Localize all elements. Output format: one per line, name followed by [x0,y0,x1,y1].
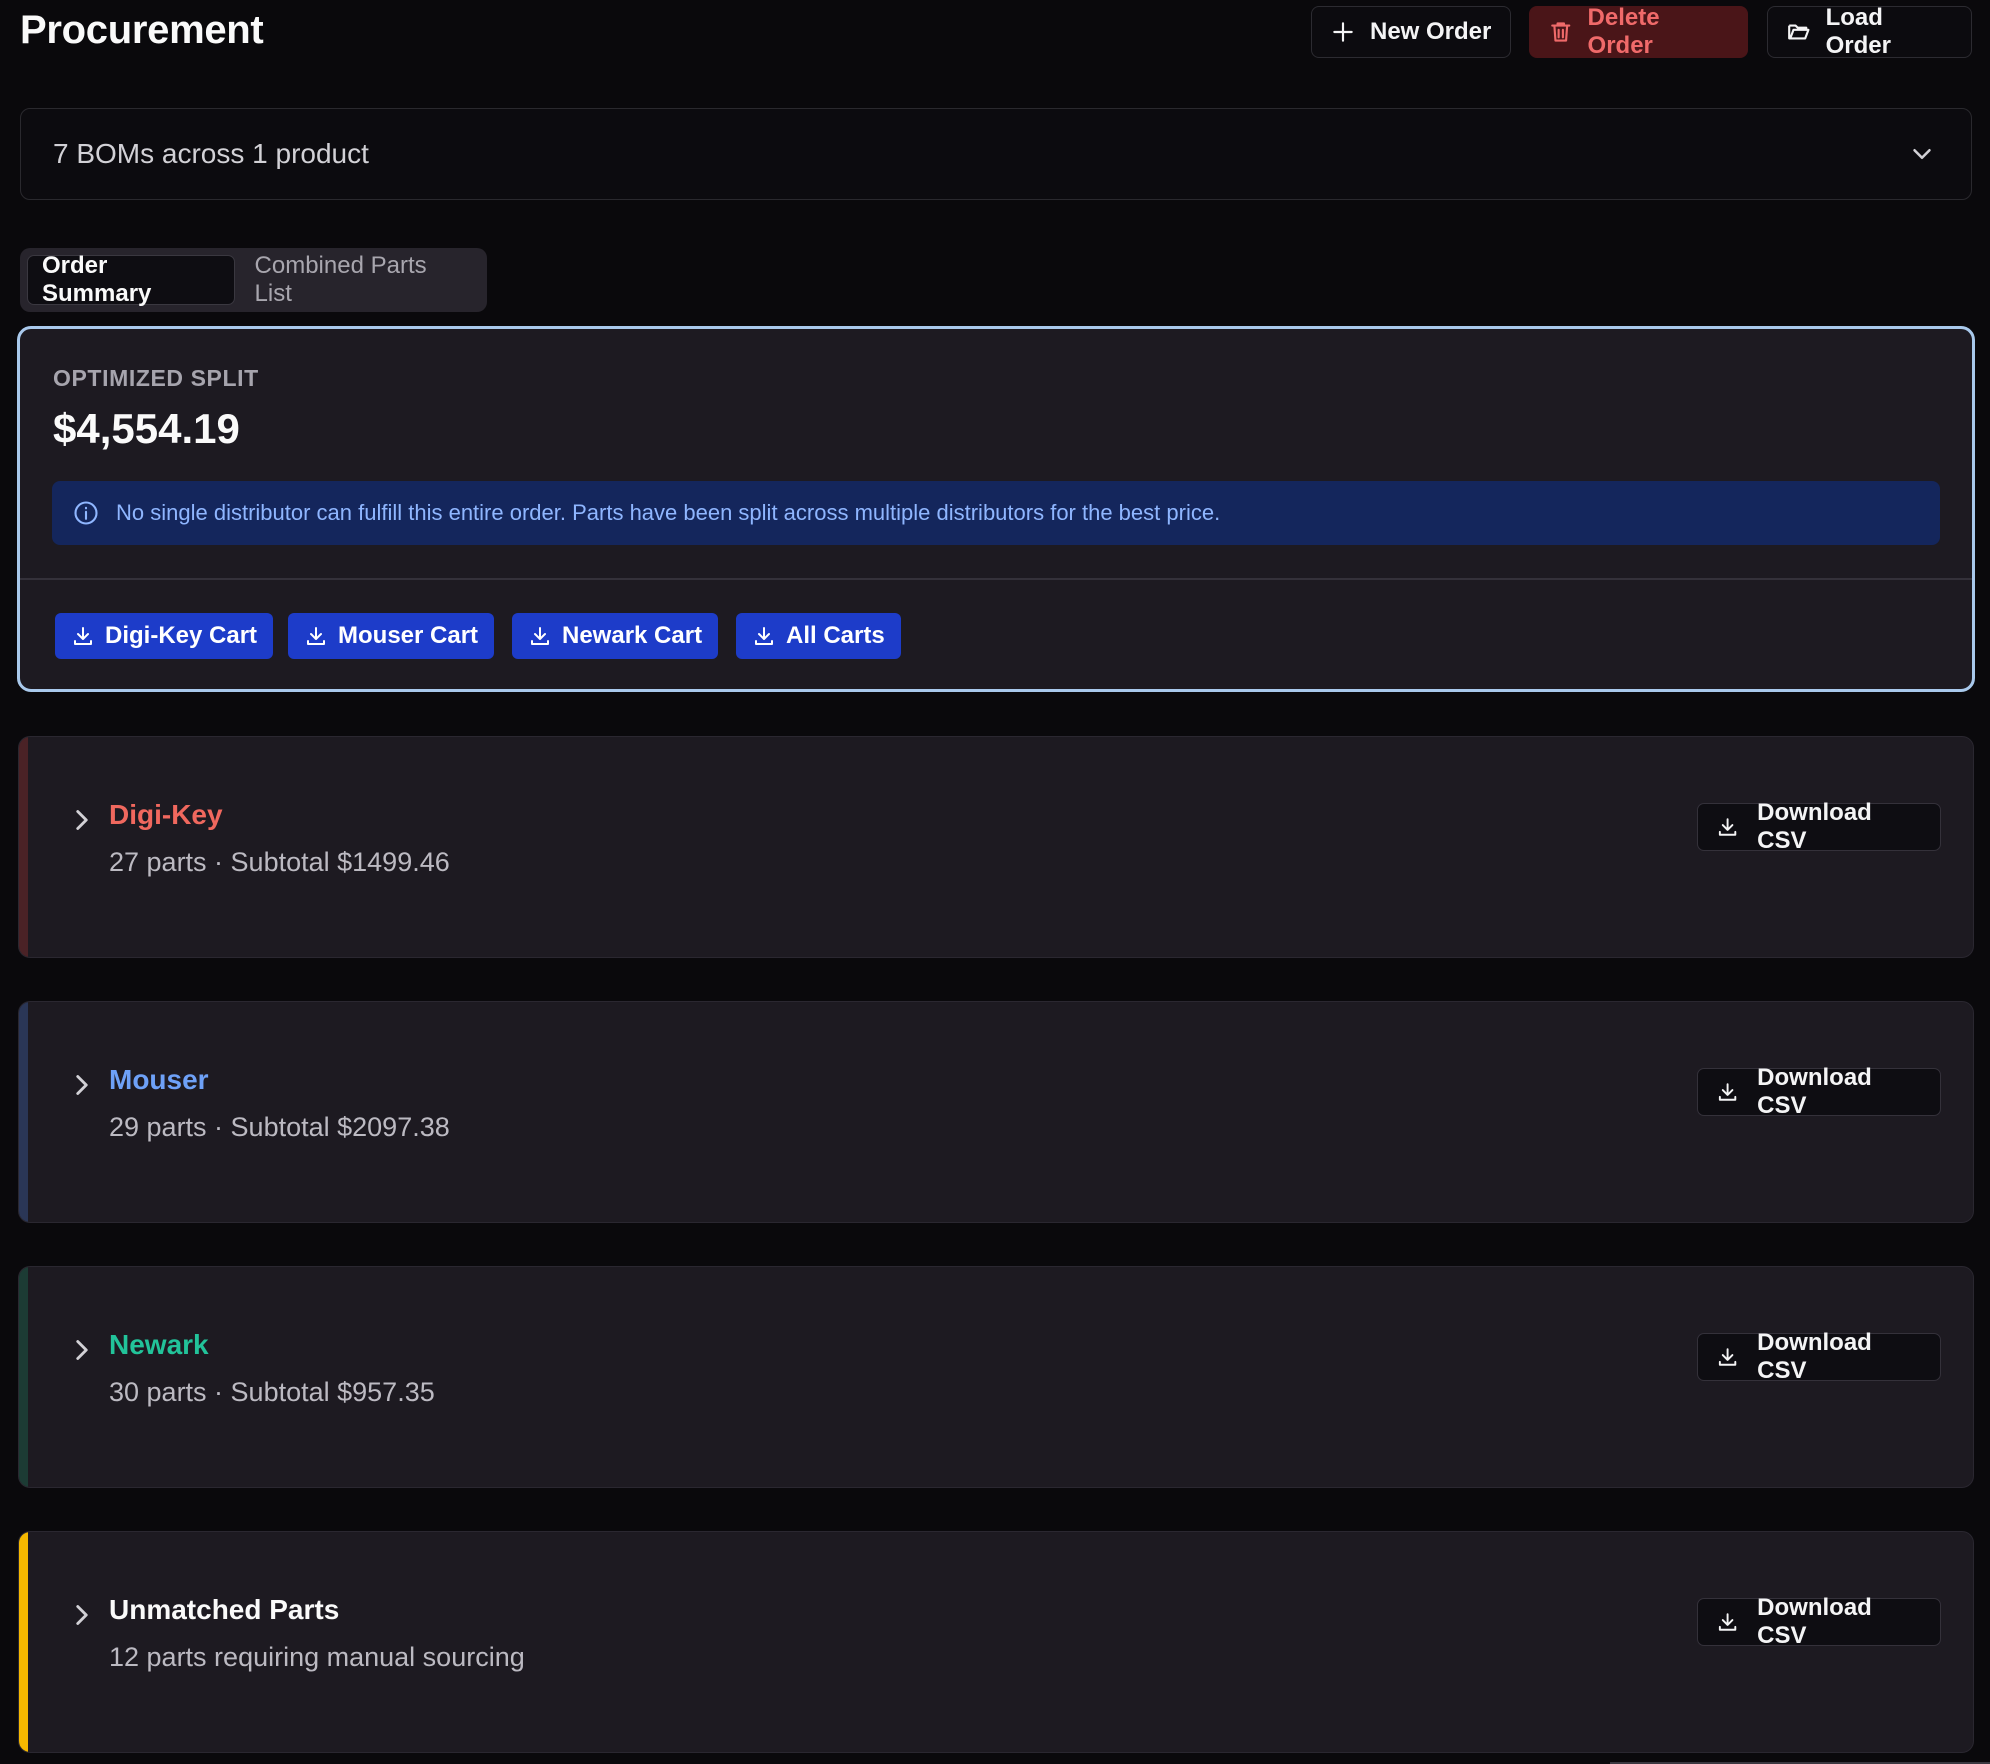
chevron-down-icon [1913,149,1931,159]
load-order-button[interactable]: Load Order [1767,4,1972,59]
tab-order-summary[interactable]: Order Summary [27,252,235,307]
all-carts-button[interactable]: All Carts [736,613,901,659]
download-icon [755,627,773,645]
distributor-card-mouser[interactable]: Mouser 29 parts · Subtotal $2097.38 Down… [18,1001,1974,1223]
distributor-name: Newark [109,1329,209,1360]
all-carts-label: All Carts [786,622,885,649]
new-order-label: New Order [1370,18,1492,45]
tab-combined-parts-list[interactable]: Combined Parts List [241,252,480,307]
distributor-summary: 27 parts · Subtotal $1499.46 [109,847,450,877]
distributor-stripe [19,1002,28,1222]
trash-icon [1551,22,1571,42]
procurement-page: Procurement New Order Delete Order Load … [0,0,1990,1764]
download-icon [74,627,92,645]
load-order-label: Load Order [1825,4,1891,59]
digikey-cart-button[interactable]: Digi-Key Cart [55,613,274,659]
distributor-stripe [19,737,28,957]
chevron-right-icon[interactable] [65,803,99,837]
info-icon [74,501,98,525]
distributor-summary: 29 parts · Subtotal $2097.38 [109,1112,450,1142]
split-notice-text: No single distributor can fulfill this e… [116,500,1221,525]
optimized-split-card: OPTIMIZED SPLIT $4,554.19 No single dist… [17,326,1975,692]
mouser-cart-label: Mouser Cart [338,622,479,649]
download-csv-button[interactable]: Download CSV [1697,1064,1941,1119]
digikey-cart-label: Digi-Key Cart [105,622,258,649]
chevron-right-icon[interactable] [65,1333,99,1367]
delete-order-button[interactable]: Delete Order [1529,4,1748,59]
download-csv-label: Download CSV [1757,799,1872,854]
delete-order-label: Delete Order [1587,4,1660,59]
distributor-name: Mouser [109,1064,209,1095]
download-icon [1718,1083,1737,1101]
distributor-name: Digi-Key [109,799,223,830]
bom-selector-value: 7 BOMs across 1 product [53,138,369,169]
distributor-card-unmatched[interactable]: Unmatched Parts 12 parts requiring manua… [18,1531,1974,1753]
download-csv-button[interactable]: Download CSV [1697,1594,1941,1649]
download-csv-label: Download CSV [1757,1594,1872,1649]
download-csv-button[interactable]: Download CSV [1697,1329,1941,1384]
download-icon [307,627,325,645]
download-icon [531,627,549,645]
distributor-card-newark[interactable]: Newark 30 parts · Subtotal $957.35 Downl… [18,1266,1974,1488]
newark-cart-label: Newark Cart [562,622,703,649]
distributor-name: Unmatched Parts [109,1594,340,1625]
plus-icon [1333,22,1353,42]
distributor-card-digikey[interactable]: Digi-Key 27 parts · Subtotal $1499.46 Do… [18,736,1974,958]
split-notice: No single distributor can fulfill this e… [52,481,1940,545]
summary-divider [20,578,1972,580]
page-title: Procurement [20,8,264,52]
total-amount: $4,554.19 [53,405,240,452]
view-tabs: Order Summary Combined Parts List [20,248,487,312]
download-csv-label: Download CSV [1757,1329,1872,1384]
new-order-button[interactable]: New Order [1311,6,1511,58]
chevron-right-icon[interactable] [65,1598,99,1632]
bom-selector[interactable]: 7 BOMs across 1 product [20,108,1972,200]
distributor-stripe [19,1532,28,1752]
download-icon [1718,818,1737,836]
distributor-stripe [19,1267,28,1487]
download-icon [1718,1613,1737,1631]
download-csv-button[interactable]: Download CSV [1697,799,1941,854]
distributor-summary: 12 parts requiring manual sourcing [109,1642,525,1672]
optimized-split-label: OPTIMIZED SPLIT [53,365,259,391]
folder-open-icon [1788,24,1810,40]
distributor-summary: 30 parts · Subtotal $957.35 [109,1377,435,1407]
download-icon [1718,1348,1737,1366]
chevron-right-icon[interactable] [65,1068,99,1102]
newark-cart-button[interactable]: Newark Cart [512,613,719,659]
download-csv-label: Download CSV [1757,1064,1872,1119]
mouser-cart-button[interactable]: Mouser Cart [288,613,495,659]
